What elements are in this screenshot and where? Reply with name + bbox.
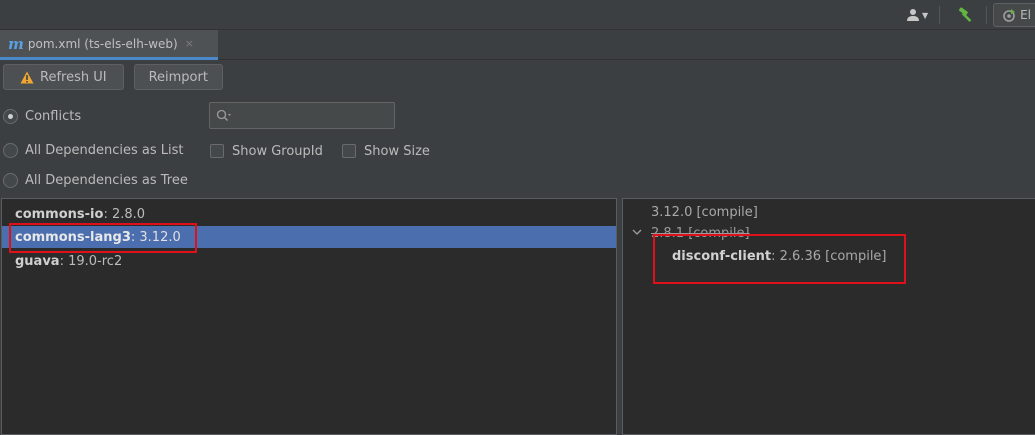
tree-node[interactable]: 3.12.0 [compile] [651,202,758,222]
toolbar-separator [986,6,988,24]
reimport-button[interactable]: Reimport [133,64,223,90]
hammer-icon [959,7,972,22]
radio-label: Conflicts [25,108,82,124]
run-config-icon [1003,9,1016,22]
show-groupid-checkbox[interactable] [210,144,224,158]
search-field[interactable] [209,102,395,129]
reimport-label: Reimport [148,69,208,85]
user-account-dropdown[interactable]: ▼ [901,4,933,26]
chevron-down-icon: ▼ [922,10,929,20]
list-item[interactable]: guava : 19.0-rc2 [2,250,616,272]
tab-label: pom.xml (ts-els-elh-web) [27,36,178,51]
list-item[interactable]: commons-io : 2.8.0 [2,203,616,225]
toolbar-separator [939,6,941,24]
show-size-option[interactable]: Show Size [342,141,430,161]
main-toolbar: ▼ El [0,0,1035,30]
tab-pom-xml[interactable]: m pom.xml (ts-els-elh-web) × [0,30,218,60]
dependency-name: commons-io [15,206,104,222]
show-groupid-label: Show GroupId [232,143,323,159]
radio-button[interactable] [3,172,18,188]
dependency-name: guava [15,253,60,269]
show-size-checkbox[interactable] [342,144,356,158]
build-button[interactable] [952,4,980,26]
user-icon [907,9,919,21]
radio-all-dependencies-list[interactable]: All Dependencies as List [3,140,184,160]
maven-m-icon: m [8,34,24,53]
dependency-version: : 2.8.0 [103,206,146,222]
chevron-down-icon[interactable] [632,227,642,237]
top-right-toolbar: ▼ El [901,3,1035,27]
show-size-label: Show Size [364,143,430,159]
radio-button[interactable] [3,142,18,158]
tree-node-label: 3.12.0 [compile] [651,204,758,220]
dependency-version: : 19.0-rc2 [59,253,123,269]
refresh-ui-label: Refresh UI [40,69,107,85]
search-input[interactable] [236,108,386,123]
run-config-label: El [1020,8,1031,22]
search-icon [216,109,231,121]
warning-icon [20,71,34,83]
editor-tab-bar: m pom.xml (ts-els-elh-web) × [0,30,1035,60]
show-groupid-option[interactable]: Show GroupId [210,141,323,161]
radio-button-checked[interactable] [3,108,18,124]
radio-label: All Dependencies as List [25,142,184,158]
highlight-annotation [9,223,197,253]
radio-label: All Dependencies as Tree [25,172,188,188]
highlight-annotation [653,234,906,284]
close-icon[interactable]: × [185,37,194,50]
analyzer-toolbar: Refresh UI Reimport [3,64,223,90]
run-configuration-selector[interactable]: El [993,3,1035,27]
radio-all-dependencies-tree[interactable]: All Dependencies as Tree [3,170,188,190]
refresh-ui-button[interactable]: Refresh UI [3,64,124,90]
radio-conflicts[interactable]: Conflicts [3,106,81,126]
